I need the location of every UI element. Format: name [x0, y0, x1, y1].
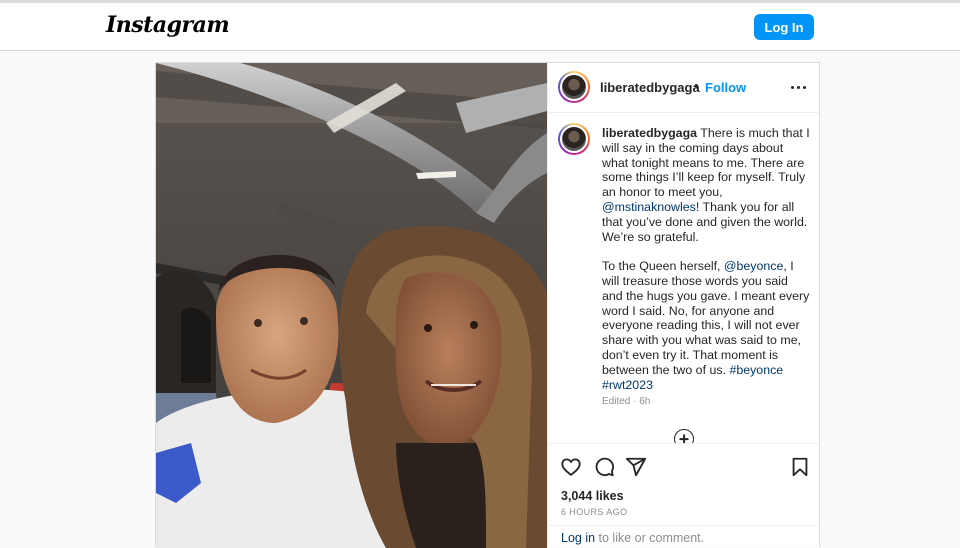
caption-username[interactable]: liberatedbygaga: [602, 126, 697, 140]
share-icon[interactable]: [625, 456, 647, 478]
caption-area: liberatedbygaga There is much that I wil…: [548, 113, 821, 443]
avatar[interactable]: [558, 71, 590, 103]
post-actions: 3,044 likes 6 HOURS AGO: [548, 443, 821, 525]
edited-timestamp: Edited · 6h: [602, 396, 651, 407]
comment-login-bar: Log in to like or comment.: [548, 525, 821, 548]
post-time: 6 HOURS AGO: [561, 507, 628, 517]
dot: [796, 85, 800, 89]
log-in-button[interactable]: Log In: [754, 14, 814, 40]
avatar-image: [560, 73, 588, 101]
heart-icon[interactable]: [560, 456, 582, 478]
post-card: liberatedbygaga • Follow liberatedbygaga…: [155, 62, 821, 548]
separator-dot: •: [694, 78, 699, 93]
comment-icon[interactable]: [593, 456, 615, 478]
hashtag-link[interactable]: #beyonce: [729, 363, 783, 377]
avatar-image: [560, 125, 588, 153]
top-header: Instagram Log In: [0, 3, 960, 51]
follow-button[interactable]: Follow: [705, 80, 746, 95]
mention-link[interactable]: @mstinaknowles: [602, 200, 696, 214]
mention-link[interactable]: @beyonce: [724, 259, 783, 273]
dot: [802, 85, 806, 89]
more-options-icon[interactable]: [788, 77, 808, 97]
caption-text: liberatedbygaga There is much that I wil…: [602, 126, 812, 392]
comment-prompt: to like or comment.: [595, 531, 705, 545]
caption-text-part: To the Queen herself,: [602, 259, 724, 274]
post-username[interactable]: liberatedbygaga: [600, 80, 700, 95]
dot: [790, 85, 794, 89]
caption-text-part: , I will treasure those words you said a…: [602, 259, 810, 377]
caption-paragraph-1: liberatedbygaga There is much that I wil…: [602, 126, 812, 244]
add-circle-icon[interactable]: [674, 429, 694, 443]
like-count[interactable]: 3,044 likes: [561, 489, 624, 503]
post-header: liberatedbygaga • Follow: [548, 63, 821, 113]
caption-avatar[interactable]: [558, 123, 590, 155]
bookmark-icon[interactable]: [789, 456, 811, 478]
hashtag-link[interactable]: #rwt2023: [602, 378, 653, 392]
instagram-logo[interactable]: Instagram: [106, 12, 230, 38]
log-in-link[interactable]: Log in: [561, 531, 595, 545]
caption-paragraph-2: To the Queen herself, @beyonce, I will t…: [602, 259, 812, 392]
post-side-panel: liberatedbygaga • Follow liberatedbygaga…: [547, 63, 821, 548]
post-photo[interactable]: [156, 63, 547, 548]
